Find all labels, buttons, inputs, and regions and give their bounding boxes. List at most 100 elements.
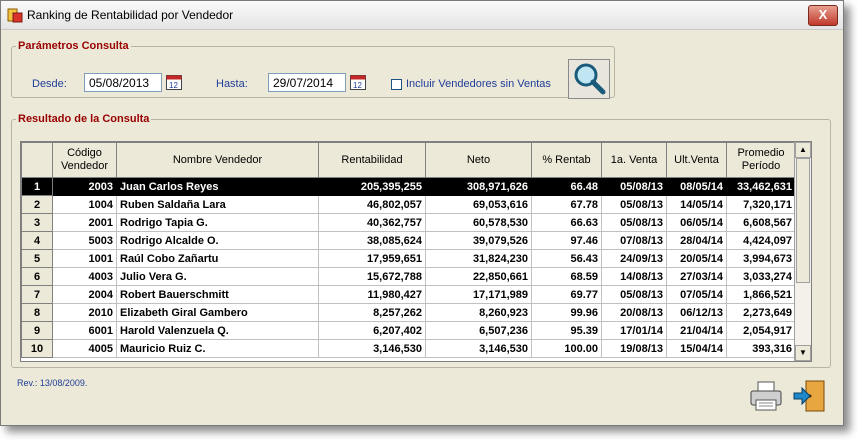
- col-header-rentabilidad[interactable]: Rentabilidad: [318, 142, 426, 178]
- table-row[interactable]: 10 4005 Mauricio Ruiz C. 3,146,530 3,146,530…: [21, 339, 796, 358]
- cell-nombre: Juan Carlos Reyes: [116, 177, 319, 196]
- cell-primera-venta: 05/08/13: [601, 177, 667, 196]
- table-row[interactable]: 4 5003 Rodrigo Alcalde O. 38,085,624 39,079,…: [21, 231, 796, 250]
- cell-promedio: 3,033,274: [726, 267, 796, 286]
- revision-label: Rev.: 13/08/2009.: [17, 378, 88, 388]
- cell-codigo: 2001: [52, 213, 117, 232]
- cell-rentabilidad: 6,207,402: [318, 321, 426, 340]
- cell-promedio: 1,866,521: [726, 285, 796, 304]
- cell-ultima-venta: 20/05/14: [666, 249, 727, 268]
- cell-ultima-venta: 08/05/14: [666, 177, 727, 196]
- cell-neto: 308,971,626: [425, 177, 532, 196]
- cell-rentabilidad: 46,802,057: [318, 195, 426, 214]
- cell-promedio: 33,462,631: [726, 177, 796, 196]
- params-group: Parámetros Consulta Desde: 05/08/2013 12…: [11, 40, 615, 99]
- cell-codigo: 4005: [52, 339, 117, 358]
- cell-promedio: 6,608,567: [726, 213, 796, 232]
- cell-pct-rentab: 97.46: [531, 231, 602, 250]
- results-grid[interactable]: Código Vendedor Nombre Vendedor Rentabili…: [20, 141, 812, 362]
- cell-ultima-venta: 06/05/14: [666, 213, 727, 232]
- hasta-date-field[interactable]: 29/07/2014: [268, 73, 346, 92]
- cell-codigo: 1004: [52, 195, 117, 214]
- row-number[interactable]: 2: [21, 195, 53, 214]
- table-row[interactable]: 9 6001 Harold Valenzuela Q. 6,207,402 6,507,…: [21, 321, 796, 340]
- col-header-promedio[interactable]: Promedio Período: [726, 142, 796, 178]
- corner-header: [21, 142, 53, 178]
- cell-codigo: 4003: [52, 267, 117, 286]
- svg-text:12: 12: [353, 81, 362, 90]
- table-row[interactable]: 6 4003 Julio Vera G. 15,672,788 22,850,661 68…: [21, 267, 796, 286]
- row-number[interactable]: 8: [21, 303, 53, 322]
- row-number[interactable]: 7: [21, 285, 53, 304]
- cell-neto: 31,824,230: [425, 249, 532, 268]
- cell-rentabilidad: 3,146,530: [318, 339, 426, 358]
- cell-ultima-venta: 15/04/14: [666, 339, 727, 358]
- magnifier-icon: [574, 63, 606, 95]
- cell-rentabilidad: 11,980,427: [318, 285, 426, 304]
- row-number[interactable]: 9: [21, 321, 53, 340]
- scroll-thumb[interactable]: [796, 158, 810, 283]
- cell-ultima-venta: 06/12/13: [666, 303, 727, 322]
- cell-ultima-venta: 28/04/14: [666, 231, 727, 250]
- cell-rentabilidad: 40,362,757: [318, 213, 426, 232]
- cell-promedio: 3,994,673: [726, 249, 796, 268]
- desde-calendar-icon[interactable]: 12: [166, 74, 182, 90]
- col-header-ultima-venta[interactable]: Ult.Venta: [666, 142, 727, 178]
- row-number[interactable]: 1: [21, 177, 53, 196]
- cell-rentabilidad: 8,257,262: [318, 303, 426, 322]
- cell-codigo: 6001: [52, 321, 117, 340]
- close-button[interactable]: X: [808, 5, 838, 26]
- row-number[interactable]: 10: [21, 339, 53, 358]
- cell-nombre: Rodrigo Alcalde O.: [116, 231, 319, 250]
- ranking-table: Código Vendedor Nombre Vendedor Rentabili…: [21, 142, 796, 358]
- printer-icon: [750, 381, 782, 411]
- scroll-up-icon[interactable]: ▲: [795, 142, 811, 158]
- desde-date-field[interactable]: 05/08/2013: [84, 73, 162, 92]
- col-header-codigo[interactable]: Código Vendedor: [52, 142, 117, 178]
- cell-rentabilidad: 15,672,788: [318, 267, 426, 286]
- cell-neto: 69,053,616: [425, 195, 532, 214]
- row-number[interactable]: 4: [21, 231, 53, 250]
- search-button[interactable]: [568, 59, 610, 99]
- col-header-neto[interactable]: Neto: [425, 142, 532, 178]
- table-row[interactable]: 1 2003 Juan Carlos Reyes 205,395,255 308,971…: [21, 177, 796, 196]
- cell-primera-venta: 05/08/13: [601, 213, 667, 232]
- header-row: Código Vendedor Nombre Vendedor Rentabili…: [21, 142, 796, 178]
- cell-pct-rentab: 56.43: [531, 249, 602, 268]
- cell-promedio: 2,054,917: [726, 321, 796, 340]
- incluir-checkbox[interactable]: [391, 79, 402, 90]
- cell-codigo: 2003: [52, 177, 117, 196]
- row-number[interactable]: 3: [21, 213, 53, 232]
- print-button[interactable]: [748, 378, 784, 414]
- col-header-pct-rentab[interactable]: % Rentab: [531, 142, 602, 178]
- cell-neto: 17,171,989: [425, 285, 532, 304]
- cell-nombre: Robert Bauerschmitt: [116, 285, 319, 304]
- scroll-down-icon[interactable]: ▼: [795, 345, 811, 361]
- cell-neto: 6,507,236: [425, 321, 532, 340]
- table-row[interactable]: 7 2004 Robert Bauerschmitt 11,980,427 17,171…: [21, 285, 796, 304]
- row-number[interactable]: 5: [21, 249, 53, 268]
- cell-codigo: 2004: [52, 285, 117, 304]
- col-header-nombre[interactable]: Nombre Vendedor: [116, 142, 319, 178]
- incluir-label: Incluir Vendedores sin Ventas: [406, 78, 551, 90]
- table-row[interactable]: 8 2010 Elizabeth Giral Gambero 8,257,262 8,2…: [21, 303, 796, 322]
- exit-button[interactable]: [792, 378, 828, 414]
- cell-rentabilidad: 17,959,651: [318, 249, 426, 268]
- row-number[interactable]: 6: [21, 267, 53, 286]
- window-title: Ranking de Rentabilidad por Vendedor: [27, 8, 234, 22]
- cell-neto: 3,146,530: [425, 339, 532, 358]
- table-row[interactable]: 5 1001 Raúl Cobo Zañartu 17,959,651 31,824,2…: [21, 249, 796, 268]
- cell-nombre: Raúl Cobo Zañartu: [116, 249, 319, 268]
- cell-neto: 60,578,530: [425, 213, 532, 232]
- table-row[interactable]: 3 2001 Rodrigo Tapia G. 40,362,757 60,578,53…: [21, 213, 796, 232]
- cell-pct-rentab: 69.77: [531, 285, 602, 304]
- table-row[interactable]: 2 1004 Ruben Saldaña Lara 46,802,057 69,053,…: [21, 195, 796, 214]
- col-header-primera-venta[interactable]: 1a. Venta: [601, 142, 667, 178]
- vertical-scrollbar[interactable]: ▲ ▼: [794, 142, 811, 361]
- main-window: Ranking de Rentabilidad por Vendedor X P…: [0, 0, 844, 426]
- cell-primera-venta: 07/08/13: [601, 231, 667, 250]
- cell-nombre: Harold Valenzuela Q.: [116, 321, 319, 340]
- hasta-calendar-icon[interactable]: 12: [350, 74, 366, 90]
- cell-rentabilidad: 205,395,255: [318, 177, 426, 196]
- title-bar: Ranking de Rentabilidad por Vendedor X: [1, 1, 843, 30]
